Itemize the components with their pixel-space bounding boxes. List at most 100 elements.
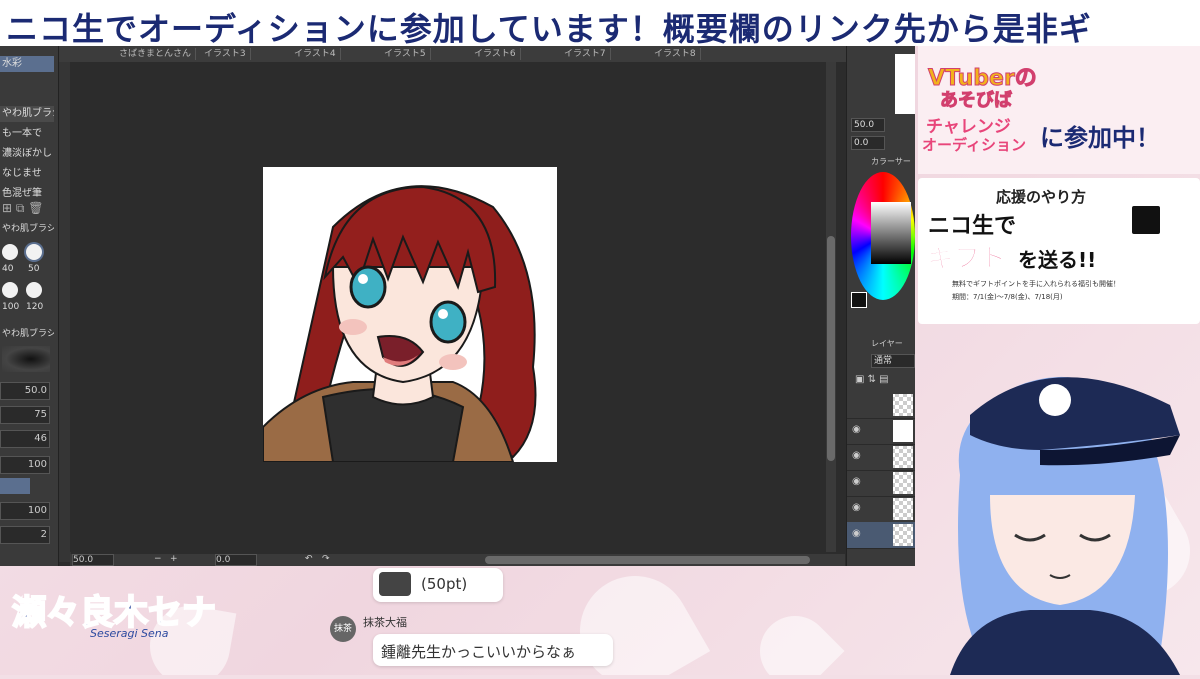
layer-panel-tab[interactable]: レイヤー: [871, 338, 903, 349]
stabilizer-value[interactable]: 100: [0, 502, 50, 520]
tab-document[interactable]: イラスト4: [290, 48, 341, 60]
horizontal-scroll-thumb[interactable]: [485, 556, 810, 564]
size-label: 120: [26, 302, 44, 312]
vtuber-character: [950, 376, 1180, 675]
audition-promo: VTuberの あそびば チャレンジ オーディション に参加中！: [918, 46, 1200, 174]
gift-points: (50pt): [421, 575, 468, 593]
promo-asobiba: あそびば: [940, 90, 1013, 112]
chat-message-text: 鍾離先生かっこいいからなぁ: [381, 643, 577, 661]
logo-sub: Seseragi Sena: [90, 627, 169, 640]
layer-row[interactable]: ◉: [847, 444, 915, 471]
gift-niconama: ニコ生で: [928, 214, 1017, 239]
flower-ornament: [1039, 384, 1071, 416]
brush-item[interactable]: 濃淡ぼかし: [0, 146, 54, 162]
tab-document[interactable]: イラスト3: [200, 48, 251, 60]
blend-mode-select[interactable]: 通常: [871, 354, 915, 368]
brush-size-value[interactable]: 50.0: [0, 382, 50, 400]
gift-message: (50pt): [373, 568, 503, 602]
vertical-scroll-thumb[interactable]: [827, 236, 835, 461]
promo-audition: オーディション: [922, 136, 1026, 154]
promo-join: に参加中！: [1040, 124, 1160, 152]
blend-value[interactable]: 100: [0, 456, 50, 474]
tab-document[interactable]: イラスト8: [650, 48, 701, 60]
chat-message: 鍾離先生かっこいいからなぁ: [373, 634, 613, 666]
petal-decoration: [745, 601, 845, 675]
top-banner: ニコ生でオーディションに参加しています！概要欄のリンク先から是非ギ: [0, 0, 1200, 46]
eye-icon[interactable]: ◉: [852, 425, 864, 435]
blush: [339, 319, 367, 335]
tool-property-tab[interactable]: やわ肌ブラシ: [0, 326, 54, 342]
brush-size-preset[interactable]: [2, 282, 18, 298]
vtuber-avatar: [930, 355, 1190, 675]
eye-highlight: [438, 309, 448, 319]
layer-row-selected[interactable]: ◉: [847, 522, 915, 549]
brush-palette: 水彩 やわ肌ブラシ も一本で 濃淡ぼかし なじませ 色混ぜ筆 ⊞ ⧉ 🗑 やわ肌…: [0, 46, 59, 566]
layer-thumbnail: [893, 524, 913, 546]
avatar-hat: [970, 377, 1180, 450]
navigator-angle-field[interactable]: 0.0: [851, 136, 885, 150]
avatar: 抹茶: [330, 616, 356, 642]
rotate-right-icon[interactable]: ↷: [322, 554, 330, 564]
chat-username: 抹茶大福: [363, 616, 407, 629]
eye-highlight: [358, 274, 368, 284]
rotate-field[interactable]: 0.0: [215, 554, 257, 566]
brush-size-preset[interactable]: [26, 244, 42, 260]
streamer-logo: 瀬々良木セナ Seseragi Sena: [11, 585, 272, 645]
brush-item[interactable]: なじませ: [0, 166, 54, 182]
anime-girl-illustration: [263, 185, 537, 462]
size-label: 40: [2, 264, 14, 274]
left-eye: [349, 265, 387, 309]
size-label: 100: [2, 302, 20, 312]
layer-thumbnail: [893, 498, 913, 520]
tab-document[interactable]: さばきまとんさん: [115, 48, 197, 60]
gift-box-icon: [1132, 206, 1160, 234]
eye-icon[interactable]: ◉: [852, 529, 864, 539]
gift-item-icon: [379, 572, 411, 596]
rotate-left-icon[interactable]: ↶: [305, 554, 313, 564]
layer-row[interactable]: ◉: [847, 470, 915, 497]
brush-item[interactable]: やわ肌ブラシ: [0, 106, 54, 122]
brush-size-tab[interactable]: やわ肌ブラシ: [0, 221, 54, 237]
gift-period: 期間：7/1(金)〜7/8(金)、7/18(月): [952, 293, 1063, 301]
layer-thumbnail: [893, 420, 913, 442]
tab-document[interactable]: イラスト5: [380, 48, 431, 60]
eye-icon[interactable]: ◉: [852, 451, 864, 461]
color-picker-square[interactable]: [871, 202, 911, 264]
layer-thumbnail: [893, 446, 913, 468]
zoom-out-icon[interactable]: −: [154, 554, 162, 564]
eye-icon[interactable]: ◉: [852, 503, 864, 513]
document-tabs: さばきまとんさん イラスト3 イラスト4 イラスト5 イラスト6 イラスト7 イ…: [0, 46, 850, 62]
gift-send: を送る!!: [1018, 248, 1097, 272]
artwork: [263, 167, 557, 462]
navigator-zoom-field[interactable]: 50.0: [851, 118, 885, 132]
eye-icon[interactable]: ◉: [852, 477, 864, 487]
layer-row[interactable]: ◉: [847, 418, 915, 445]
density-value[interactable]: 46: [0, 430, 50, 448]
zoom-field[interactable]: 50.0: [72, 554, 114, 566]
main-color-swatch[interactable]: [851, 292, 867, 308]
navigator-preview: [895, 54, 915, 114]
color-slider[interactable]: [0, 478, 30, 494]
chat-overlay: (50pt) 抹茶 抹茶大福 鍾離先生かっこいいからなぁ: [325, 568, 625, 675]
layer-tools: ▣ ⇅ ▤: [855, 374, 889, 385]
zoom-in-icon[interactable]: +: [170, 554, 178, 564]
brush-item[interactable]: も一本で: [0, 126, 54, 142]
tab-document[interactable]: イラスト6: [470, 48, 521, 60]
brush-preview: [2, 346, 50, 372]
gift-how-title: 応援のやり方: [996, 188, 1087, 206]
layer-row[interactable]: [847, 392, 915, 419]
opacity-value[interactable]: 75: [0, 406, 50, 424]
gift-promo: 応援のやり方 ニコ生で ギフト を送る!! 無料でギフトポイントを手に入れられる…: [918, 178, 1200, 324]
tab-document[interactable]: イラスト7: [560, 48, 611, 60]
brush-size-preset[interactable]: [26, 282, 42, 298]
size-label: 50: [28, 264, 40, 274]
layer-row[interactable]: ◉: [847, 496, 915, 523]
color-panel-tab[interactable]: カラーサー: [871, 156, 911, 167]
right-eye: [429, 300, 467, 344]
brush-group-tab[interactable]: 水彩: [0, 56, 54, 72]
layer-thumbnail: [893, 394, 913, 416]
layer-thumbnail: [893, 472, 913, 494]
brush-size-preset[interactable]: [2, 244, 18, 260]
gift-note: 無料でギフトポイントを手に入れられる福引も開催！: [952, 280, 1120, 288]
spacing-value[interactable]: 2: [0, 526, 50, 544]
